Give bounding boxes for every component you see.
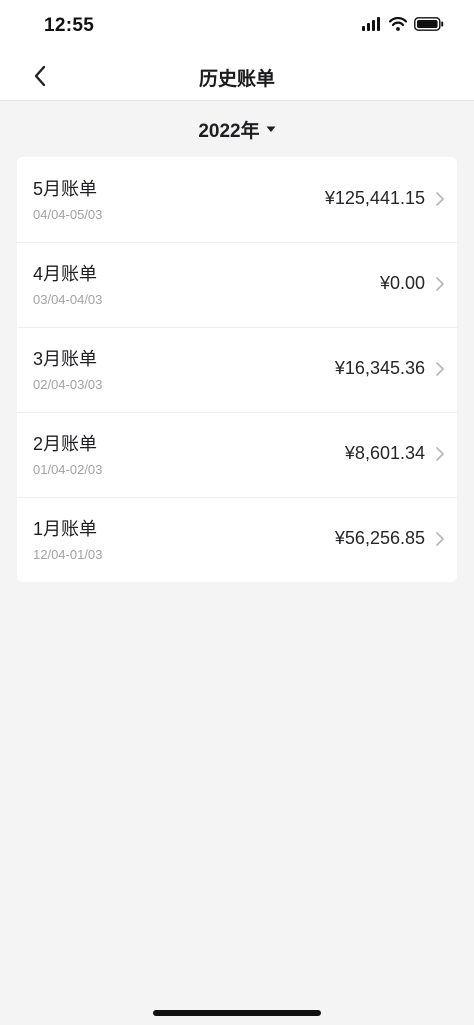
status-time: 12:55 — [44, 15, 95, 36]
year-selector[interactable]: 2022年 — [0, 114, 474, 144]
bill-title: 4月账单 — [33, 264, 98, 284]
bill-date-range: 01/04-02/03 — [33, 462, 103, 477]
bill-date-range: 03/04-04/03 — [33, 292, 103, 307]
page-title: 历史账单 — [198, 69, 275, 90]
bill-amount: ¥125,441.15 — [324, 188, 425, 208]
bill-amount: ¥56,256.85 — [334, 528, 425, 548]
bill-date-range: 12/04-01/03 — [33, 547, 103, 562]
bill-amount: ¥0.00 — [379, 273, 425, 293]
bill-title: 3月账单 — [33, 349, 98, 369]
bill-title: 2月账单 — [33, 434, 98, 454]
bill-date-range: 04/04-05/03 — [33, 207, 103, 222]
bill-title: 1月账单 — [33, 519, 98, 539]
signal-icon — [362, 17, 380, 31]
bill-date-range: 02/04-03/03 — [33, 377, 103, 392]
chevron-right-icon — [436, 362, 444, 376]
battery-icon — [414, 17, 444, 31]
bill-row-may[interactable]: 5月账单 04/04-05/03 ¥125,441.15 — [17, 157, 457, 242]
bill-title: 5月账单 — [33, 179, 98, 199]
bill-row-april[interactable]: 4月账单 03/04-04/03 ¥0.00 — [17, 242, 457, 327]
bill-amount: ¥8,601.34 — [344, 443, 425, 463]
wifi-icon — [389, 17, 407, 31]
bill-amount: ¥16,345.36 — [334, 358, 425, 378]
caret-down-icon — [266, 126, 276, 132]
year-label: 2022年 — [198, 120, 260, 142]
chevron-right-icon — [436, 447, 444, 461]
chevron-right-icon — [436, 277, 444, 291]
bill-list: 5月账单 04/04-05/03 ¥125,441.15 4月账单 03/04-… — [17, 157, 457, 582]
home-indicator — [153, 1010, 321, 1016]
bill-row-february[interactable]: 2月账单 01/04-02/03 ¥8,601.34 — [17, 412, 457, 497]
bill-row-march[interactable]: 3月账单 02/04-03/03 ¥16,345.36 — [17, 327, 457, 412]
status-bar: 12:55 — [0, 0, 474, 54]
bill-row-january[interactable]: 1月账单 12/04-01/03 ¥56,256.85 — [17, 497, 457, 582]
status-icons — [362, 17, 444, 31]
chevron-right-icon — [436, 192, 444, 206]
chevron-right-icon — [436, 532, 444, 546]
navigation-bar: 历史账单 — [0, 54, 474, 101]
